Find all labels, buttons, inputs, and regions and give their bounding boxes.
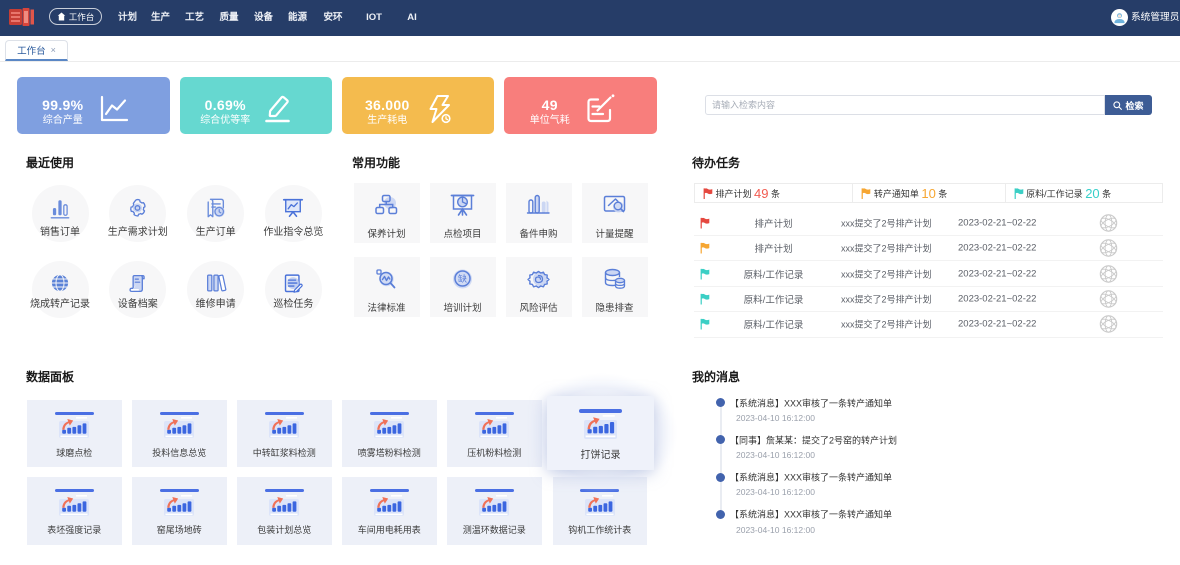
- svg-text:缺: 缺: [458, 272, 467, 285]
